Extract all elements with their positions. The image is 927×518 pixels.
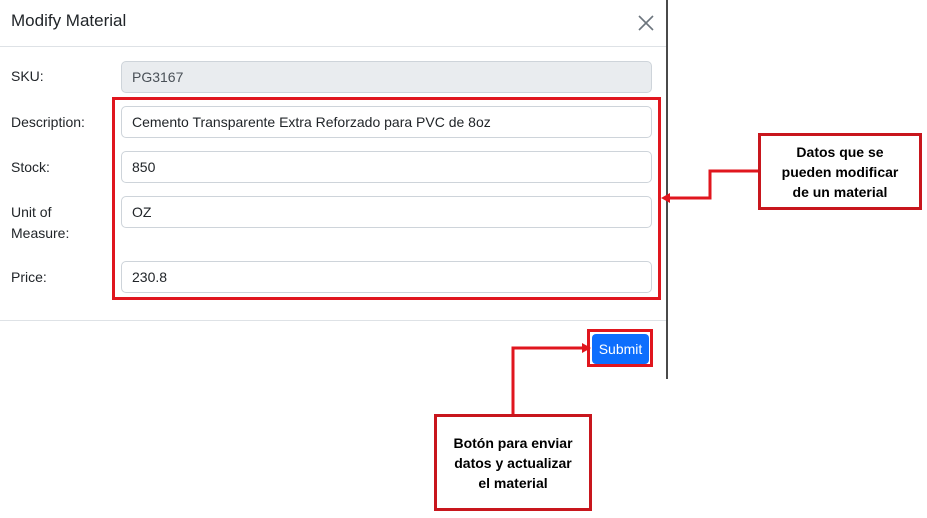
close-button[interactable] <box>633 10 659 36</box>
editable-fields-highlight <box>112 97 661 300</box>
submit-annotation-line1: Botón para enviar <box>453 434 573 451</box>
submit-annotation-line3: el material <box>478 474 548 491</box>
sku-label: SKU: <box>11 68 44 84</box>
modal-header: Modify Material <box>0 0 666 47</box>
modal-footer-divider <box>0 320 666 321</box>
description-label: Description: <box>11 114 85 130</box>
unit-of-measure-label-line1: Unit of <box>11 204 52 220</box>
submit-annotation-line2: datos y actualizar <box>454 454 572 471</box>
fields-arrow <box>668 169 758 200</box>
close-icon <box>638 15 654 31</box>
sku-field[interactable] <box>121 61 652 93</box>
fields-annotation-line2: pueden modificar <box>781 163 899 180</box>
submit-button-highlight <box>587 329 653 367</box>
submit-annotation-box: Botón para enviar datos y actualizar el … <box>434 414 592 511</box>
fields-annotation-line1: Datos que se <box>796 143 884 160</box>
unit-of-measure-label-line2: Measure: <box>11 225 70 241</box>
modal-edge <box>666 0 668 379</box>
price-label: Price: <box>11 269 47 285</box>
modal-title: Modify Material <box>11 11 127 30</box>
fields-annotation-line3: de un material <box>792 183 888 200</box>
fields-annotation-box: Datos que se pueden modificar de un mate… <box>758 133 922 210</box>
stock-label: Stock: <box>11 159 50 175</box>
